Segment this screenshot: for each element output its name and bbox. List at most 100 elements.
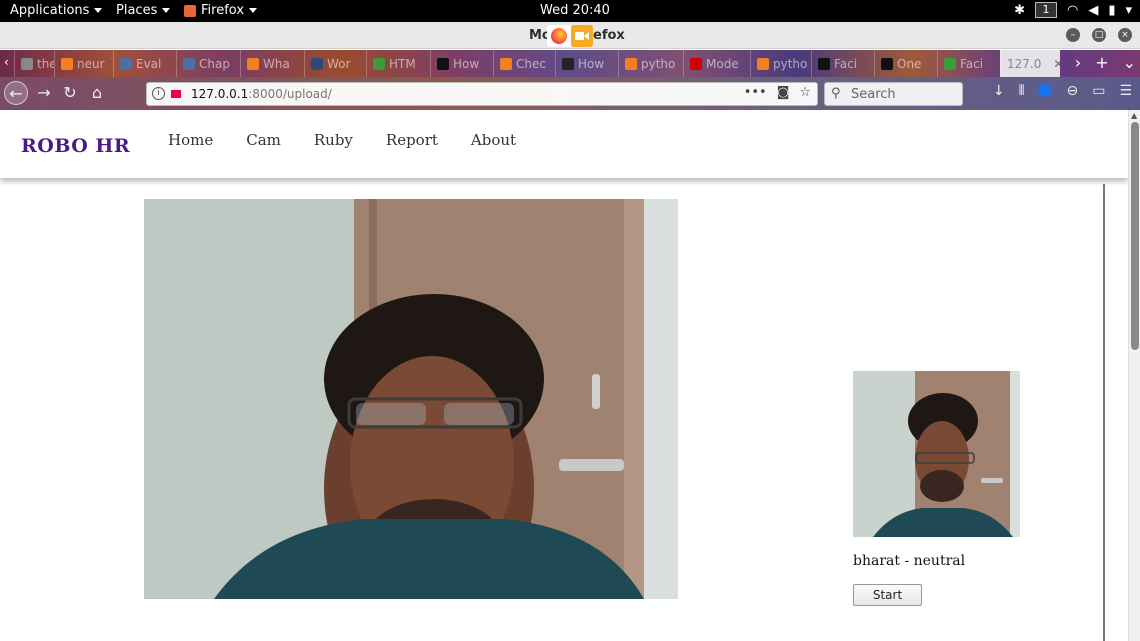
scrollbar-thumb[interactable] (1131, 122, 1139, 350)
content-divider (1103, 184, 1105, 641)
library-icon[interactable]: ⫴ (1019, 83, 1025, 99)
forward-icon[interactable]: → (32, 81, 56, 105)
stackoverflow-icon (61, 57, 73, 70)
nav-link-about[interactable]: About (471, 131, 516, 149)
navigation-toolbar: ← → ↻ ⌂ i 127.0.0.1:8000/upload/ ••• ◙ ☆… (0, 77, 1140, 110)
workspace-indicator[interactable]: 1 (1034, 2, 1057, 18)
letter-k-icon (690, 57, 702, 70)
minimize-icon[interactable]: – (1066, 28, 1080, 42)
nav-link-cam[interactable]: Cam (246, 131, 281, 149)
firefox-app-icon (184, 4, 196, 17)
web-page: ROBO HR Home Cam Ruby Report About bhara… (0, 110, 1128, 641)
browser-tab[interactable]: 127.0 ✕ (1000, 50, 1060, 77)
close-tab-icon[interactable]: ✕ (1053, 57, 1060, 71)
applications-label: Applications (10, 3, 90, 18)
app-menu[interactable]: Firefox (184, 3, 258, 18)
bookmark-star-icon[interactable]: ☆ (799, 85, 811, 100)
nav-link-report[interactable]: Report (386, 131, 438, 149)
window-controls: – □ × (1066, 28, 1132, 42)
square-icon (881, 57, 893, 70)
browser-tab[interactable]: neur (54, 50, 113, 77)
browser-tab[interactable]: Wor (304, 50, 366, 77)
nav-link-ruby[interactable]: Ruby (314, 131, 353, 149)
search-icon: ⚲ (831, 86, 841, 101)
download-icon[interactable]: ↓ (993, 83, 1005, 99)
url-bar[interactable]: i 127.0.0.1:8000/upload/ ••• ◙ ☆ (146, 82, 818, 106)
browser-tab[interactable]: One (874, 50, 937, 77)
window-title-right: efox (593, 28, 625, 43)
app-menu-label: Firefox (201, 3, 245, 18)
back-icon[interactable]: ← (4, 81, 28, 105)
search-input[interactable]: ⚲ Search (824, 82, 963, 106)
browser-tab[interactable]: How (555, 50, 618, 77)
url-actions: ••• ◙ ☆ (744, 85, 811, 100)
home-icon[interactable]: ⌂ (85, 81, 109, 105)
chevron-down-icon (249, 8, 258, 13)
start-button[interactable]: Start (853, 584, 922, 606)
tab-label: Faci (834, 56, 858, 71)
volume-icon: ◀ (1088, 2, 1099, 18)
stackoverflow-icon (625, 57, 637, 70)
browser-tab[interactable]: Faci (937, 50, 1000, 77)
clock[interactable]: Wed 20:40 (540, 3, 610, 18)
sync-icon[interactable]: ⊖ (1066, 83, 1078, 99)
extension-icon[interactable] (1038, 83, 1053, 97)
tab-label: Eval (136, 56, 162, 71)
vertical-scrollbar[interactable]: ▲ (1128, 110, 1140, 641)
maximize-icon[interactable]: □ (1092, 28, 1106, 42)
tab-label: pytho (641, 56, 676, 71)
url-text[interactable]: 127.0.0.1:8000/upload/ (191, 87, 332, 101)
webcam-scene (144, 199, 678, 599)
chevron-down-icon[interactable]: ▾ (1125, 3, 1132, 18)
pocket-icon[interactable]: ◙ (777, 85, 790, 100)
page-actions-icon[interactable]: ••• (744, 85, 767, 100)
nav-link-home[interactable]: Home (168, 131, 213, 149)
tab-scroll-right-icon[interactable]: › (1075, 53, 1081, 72)
system-tray[interactable]: ✱ 1 ◠ ◀ ▮ ▾ (1014, 2, 1132, 18)
hamburger-menu-icon[interactable]: ☰ (1119, 83, 1132, 99)
detected-face-thumbnail (853, 371, 1020, 537)
tab-scroll-left-icon[interactable]: ‹ (4, 55, 9, 69)
stackoverflow-icon (500, 57, 512, 70)
tab-strip: ‹ the neur Eval Chap Wha Wor HTM How Chec How pyth… (0, 50, 1140, 77)
tab-label: the (37, 56, 54, 71)
webcam-feed (144, 199, 678, 599)
tab-label: Wha (263, 56, 290, 71)
tab-label: neur (77, 56, 105, 71)
browser-tab[interactable]: pytho (618, 50, 683, 77)
document-icon (21, 57, 33, 70)
w3-icon (373, 57, 385, 70)
sidebar-icon[interactable]: ▭ (1092, 83, 1105, 99)
scroll-up-icon[interactable]: ▲ (1131, 111, 1137, 120)
book-icon (183, 57, 195, 70)
applications-menu[interactable]: Applications (10, 3, 103, 18)
browser-tab[interactable]: the (14, 50, 54, 77)
browser-tab[interactable]: Chap (176, 50, 240, 77)
firefox-icon (547, 25, 571, 47)
browser-tab[interactable]: Eval (113, 50, 176, 77)
camera-indicator-icon[interactable] (171, 90, 181, 98)
browser-tab[interactable]: Wha (240, 50, 304, 77)
browser-tab[interactable]: HTM (366, 50, 430, 77)
url-host: 127.0.0.1 (191, 87, 249, 101)
info-icon[interactable]: i (152, 87, 165, 100)
search-placeholder: Search (851, 87, 896, 102)
system-top-bar: Applications Places Firefox Wed 20:40 ✱ … (0, 0, 1140, 22)
new-tab-icon[interactable]: + (1095, 53, 1108, 72)
close-icon[interactable]: × (1118, 28, 1132, 42)
browser-tab[interactable]: How (430, 50, 493, 77)
chevron-down-icon (162, 8, 171, 13)
toolbar-icons: ↓ ⫴ ⊖ ▭ ☰ (993, 83, 1132, 99)
github-icon (562, 57, 574, 70)
browser-tab[interactable]: pytho (750, 50, 811, 77)
site-brand[interactable]: ROBO HR (21, 135, 130, 157)
tab-list-icon[interactable]: ⌄ (1123, 53, 1136, 72)
browser-tab[interactable]: Mode (683, 50, 750, 77)
places-menu[interactable]: Places (116, 3, 171, 18)
browser-tab[interactable]: Chec (493, 50, 555, 77)
reload-icon[interactable]: ↻ (58, 81, 82, 105)
slack-icon[interactable]: ✱ (1014, 3, 1025, 18)
tab-label: Wor (327, 56, 351, 71)
browser-tab[interactable]: Faci (811, 50, 874, 77)
tab-label: Chap (199, 56, 230, 71)
